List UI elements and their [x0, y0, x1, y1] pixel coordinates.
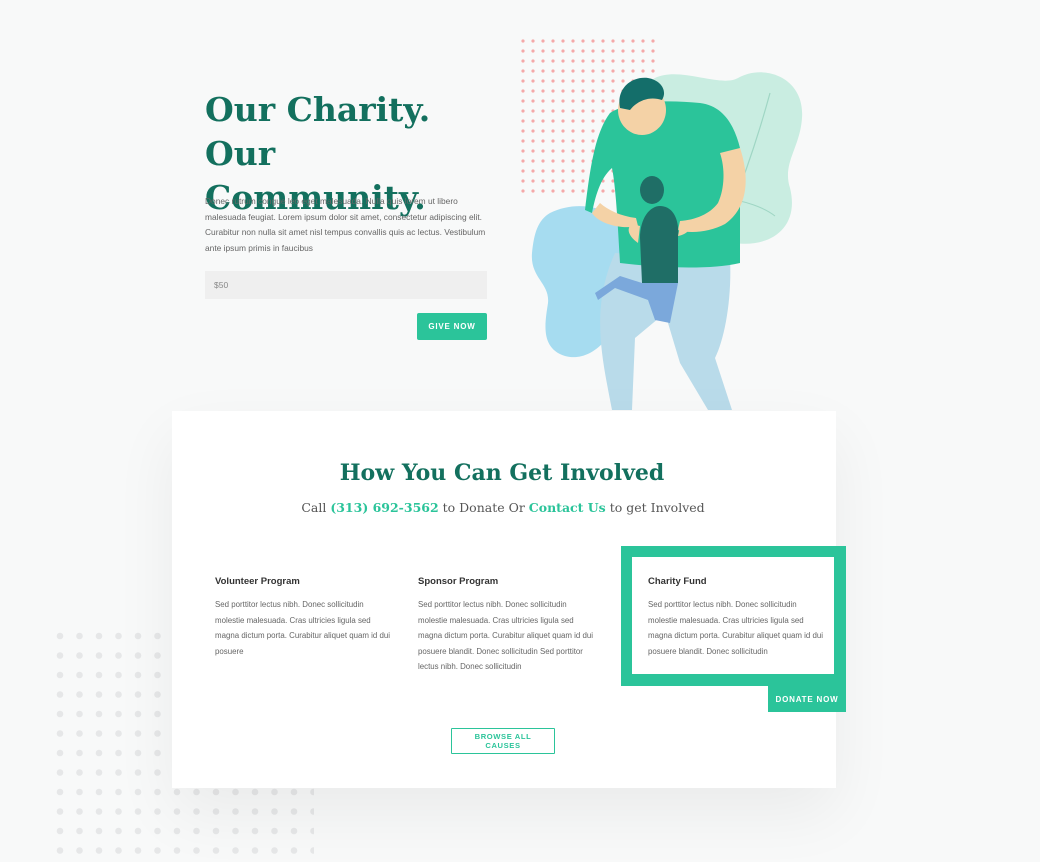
subtitle-call-text: Call: [301, 500, 331, 515]
charity-fund-title: Charity Fund: [648, 576, 707, 587]
phone-link[interactable]: (313) 692-3562: [330, 500, 438, 515]
section-title: How You Can Get Involved: [339, 460, 665, 486]
volunteer-program-text: Sed porttitor lectus nibh. Donec sollici…: [215, 600, 391, 656]
give-now-button[interactable]: GIVE NOW: [417, 313, 487, 340]
charity-fund: Charity Fund Sed porttitor lectus nibh. …: [648, 576, 828, 659]
sponsor-program-text: Sed porttitor lectus nibh. Donec sollici…: [418, 600, 594, 671]
hero-description: Donec rutrum congue leo eget malesuada. …: [205, 196, 486, 253]
volunteer-program: Volunteer Program Sed porttitor lectus n…: [215, 576, 395, 659]
subtitle-mid-text: to Donate Or: [438, 500, 529, 515]
parent-lifting-child-illustration: [520, 38, 803, 410]
donate-now-button[interactable]: DONATE NOW: [768, 686, 846, 712]
subtitle-end-text: to get Involved: [605, 500, 705, 515]
sponsor-program: Sponsor Program Sed porttitor lectus nib…: [418, 576, 598, 675]
section-subtitle: Call (313) 692-3562 to Donate Or Contact…: [0, 500, 1006, 515]
contact-us-link[interactable]: Contact Us: [529, 500, 606, 515]
charity-fund-text: Sed porttitor lectus nibh. Donec sollici…: [648, 600, 824, 656]
volunteer-program-title: Volunteer Program: [215, 576, 300, 587]
donation-amount-input[interactable]: [205, 271, 487, 299]
sponsor-program-title: Sponsor Program: [418, 576, 499, 587]
browse-all-causes-button[interactable]: BROWSE ALL CAUSES: [451, 728, 555, 754]
